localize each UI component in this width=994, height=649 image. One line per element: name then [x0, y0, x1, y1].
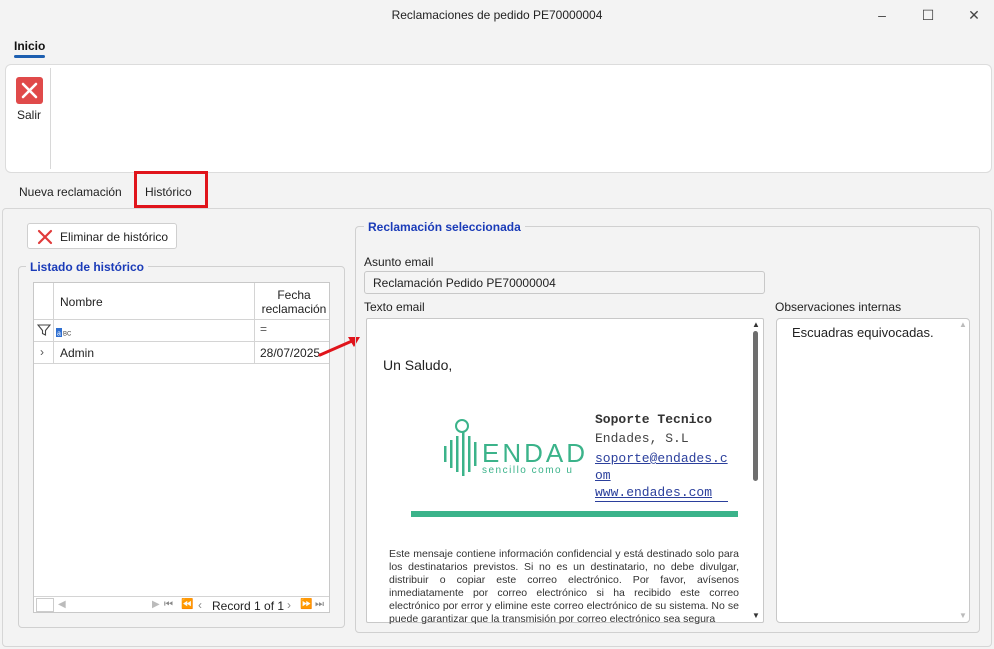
- signature-divider: [411, 511, 738, 517]
- texto-label: Texto email: [364, 300, 425, 314]
- pager-corner: [36, 598, 54, 612]
- eliminar-historico-label: Eliminar de histórico: [60, 230, 169, 244]
- text-filter-icon[interactable]: a BC: [56, 326, 72, 338]
- window-title: Reclamaciones de pedido PE70000004: [391, 8, 603, 22]
- close-window-button[interactable]: ✕: [959, 4, 989, 26]
- signature-company: Endades, S.L: [595, 431, 689, 446]
- pager-first-icon[interactable]: ⏮: [164, 599, 173, 610]
- svg-text:a: a: [57, 331, 61, 338]
- cell-nombre[interactable]: Admin: [60, 346, 94, 360]
- column-header-nombre[interactable]: Nombre: [60, 295, 103, 309]
- maximize-button[interactable]: ☐: [913, 4, 943, 26]
- svg-text:BC: BC: [63, 332, 72, 338]
- ribbon-separator: [50, 68, 51, 169]
- active-tab-indicator: [14, 55, 45, 58]
- endades-logo-mark: [444, 419, 477, 476]
- seleccionada-title: Reclamación seleccionada: [364, 220, 525, 234]
- historico-grid[interactable]: Nombre Fecha reclamación a BC = › Admin 2…: [33, 282, 330, 613]
- observaciones-text: Escuadras equivocadas.: [792, 325, 934, 340]
- scroll-right-icon[interactable]: ▶: [152, 599, 160, 610]
- eliminar-historico-button[interactable]: Eliminar de histórico: [27, 223, 177, 249]
- scroll-up-icon[interactable]: ▲: [752, 320, 760, 329]
- asunto-label: Asunto email: [364, 255, 434, 269]
- logo-tagline: sencillo como u: [482, 465, 574, 476]
- expand-row-icon[interactable]: ›: [40, 345, 44, 359]
- title-bar: Reclamaciones de pedido PE70000004 – ☐ ✕: [0, 0, 994, 32]
- pager-prev-page-icon[interactable]: ⏪: [181, 599, 193, 610]
- salir-label: Salir: [16, 108, 41, 122]
- signature-web-link[interactable]: www.endades.com: [595, 485, 712, 500]
- asunto-field[interactable]: Reclamación Pedido PE70000004: [364, 271, 765, 294]
- listado-title: Listado de histórico: [26, 260, 149, 274]
- signature-name: Soporte Tecnico: [595, 412, 713, 427]
- minimize-button[interactable]: –: [867, 4, 897, 26]
- obs-scroll-up-icon[interactable]: ▲: [959, 320, 967, 329]
- signature-email-link[interactable]: soporte@endades.c: [595, 451, 728, 466]
- filter-icon[interactable]: [36, 323, 52, 340]
- delete-x-icon: [37, 229, 53, 245]
- ribbon-panel: [5, 64, 992, 173]
- scroll-left-icon[interactable]: ◀: [58, 599, 66, 610]
- pager-last-icon[interactable]: ⏭: [315, 599, 324, 610]
- pager-prev-icon[interactable]: ‹: [198, 598, 202, 612]
- pager-next-page-icon[interactable]: ⏩: [300, 599, 312, 610]
- salir-button[interactable]: Salir: [10, 74, 48, 126]
- scroll-down-icon[interactable]: ▼: [752, 611, 760, 620]
- column-header-fecha[interactable]: Fecha reclamación: [260, 288, 328, 316]
- observaciones-field[interactable]: [776, 318, 970, 623]
- highlight-box: [134, 171, 208, 208]
- tab-nueva-reclamacion[interactable]: Nueva reclamación: [19, 185, 122, 199]
- cell-fecha[interactable]: 28/07/2025: [260, 346, 320, 360]
- obs-scroll-down-icon[interactable]: ▼: [959, 611, 967, 620]
- signature-email-link-cont[interactable]: om: [595, 468, 611, 483]
- observaciones-label: Observaciones internas: [775, 300, 902, 314]
- ribbon-tab-inicio[interactable]: Inicio: [14, 39, 45, 53]
- pager-next-icon[interactable]: ›: [287, 598, 291, 612]
- close-icon: [16, 77, 43, 104]
- fecha-filter-operator[interactable]: =: [260, 322, 267, 336]
- signature-underline: [595, 501, 728, 502]
- email-disclaimer: Este mensaje contiene información confid…: [389, 548, 739, 625]
- pager-status: Record 1 of 1: [212, 599, 285, 613]
- email-scrollbar[interactable]: ▲ ▼: [750, 319, 763, 622]
- scroll-thumb[interactable]: [753, 331, 758, 481]
- email-greeting: Un Saludo,: [383, 357, 453, 373]
